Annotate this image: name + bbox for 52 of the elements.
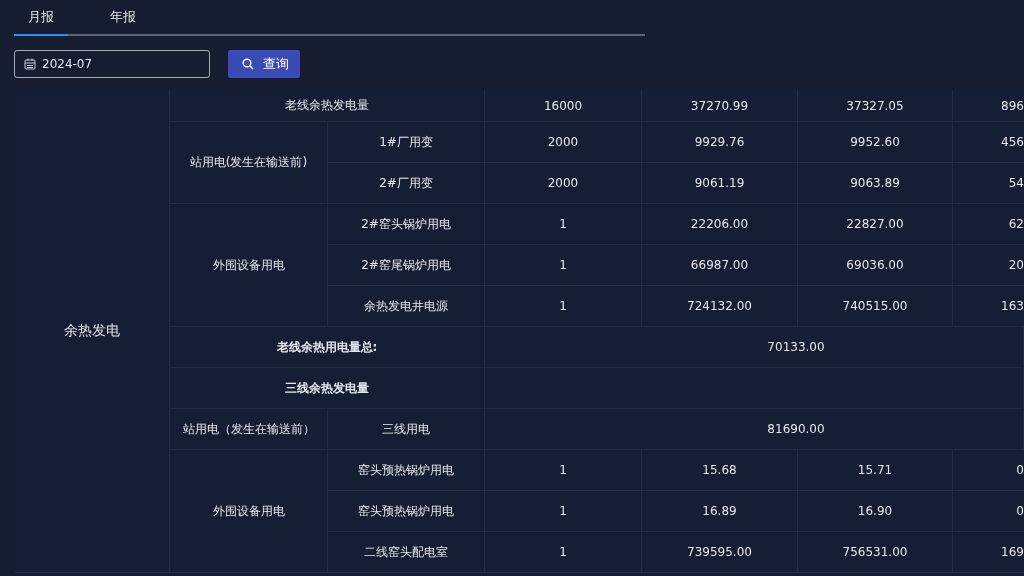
table-cell: 1 bbox=[485, 491, 642, 532]
table-cell: 81690.00 bbox=[485, 409, 1024, 450]
table-cell: 外围设备用电 bbox=[170, 450, 328, 573]
table-cell: 二线窑头配电室 bbox=[328, 532, 485, 573]
table-cell: 老线余热用电量总: bbox=[170, 327, 485, 368]
search-icon bbox=[242, 58, 254, 70]
table-cell: 15.71 bbox=[798, 450, 953, 491]
table-cell: 站用电（发生在输送前） bbox=[170, 409, 328, 450]
table-cell: 9061.19 bbox=[642, 163, 798, 204]
table-cell: 1 bbox=[485, 532, 642, 573]
table-cell: 70133.00 bbox=[485, 327, 1024, 368]
table-cell: 9063.89 bbox=[798, 163, 953, 204]
table-cell: 724132.00 bbox=[642, 286, 798, 327]
table-cell: 窑头预热锅炉用电 bbox=[328, 450, 485, 491]
table-cell: 余热发电井电源 bbox=[328, 286, 485, 327]
table-cell: 站用电(发生在输送前) bbox=[170, 122, 328, 204]
table-cell: 740515.00 bbox=[798, 286, 953, 327]
table-cell: 1 bbox=[485, 245, 642, 286]
table-cell: 16000 bbox=[485, 90, 642, 122]
tab[interactable]: 年报 bbox=[96, 0, 150, 36]
table-cell: 9929.76 bbox=[642, 122, 798, 163]
date-field[interactable]: 2024-07 bbox=[14, 50, 210, 78]
table-cell: 2000 bbox=[485, 163, 642, 204]
table-cell: 22827.00 bbox=[798, 204, 953, 245]
table-cell: 窑头预热锅炉用电 bbox=[328, 491, 485, 532]
table-cell: 三线余热发电量 bbox=[170, 368, 485, 409]
calendar-icon bbox=[24, 58, 36, 70]
table-cell: 9952.60 bbox=[798, 122, 953, 163]
table-cell: 69036.00 bbox=[798, 245, 953, 286]
table-cell: 22206.00 bbox=[642, 204, 798, 245]
table-cell: 15.68 bbox=[642, 450, 798, 491]
table-cell: 1 bbox=[485, 450, 642, 491]
query-button[interactable]: 查询 bbox=[228, 50, 300, 78]
table-cell: 16.89 bbox=[642, 491, 798, 532]
table-cell: 66987.00 bbox=[642, 245, 798, 286]
table-cell: 2#窑尾锅炉用电 bbox=[328, 245, 485, 286]
table-cell: 余热发电 bbox=[15, 90, 170, 573]
tab[interactable]: 月报 bbox=[14, 0, 68, 36]
table-cell: 739595.00 bbox=[642, 532, 798, 573]
table-cell: 37327.05 bbox=[798, 90, 953, 122]
table-cell: 2#窑头锅炉用电 bbox=[328, 204, 485, 245]
table-cell: 2000 bbox=[485, 122, 642, 163]
table-cell: 756531.00 bbox=[798, 532, 953, 573]
table-cell: 1 bbox=[485, 204, 642, 245]
table-cell: 老线余热发电量 bbox=[170, 90, 485, 122]
table-cell: 2#厂用变 bbox=[328, 163, 485, 204]
table-cell: 外围设备用电 bbox=[170, 204, 328, 327]
table-cell: 1#厂用变 bbox=[328, 122, 485, 163]
table-cell: 三线用电 bbox=[328, 409, 485, 450]
table-cell: 16.90 bbox=[798, 491, 953, 532]
table-cell: 1 bbox=[485, 286, 642, 327]
table-cell: 37270.99 bbox=[642, 90, 798, 122]
